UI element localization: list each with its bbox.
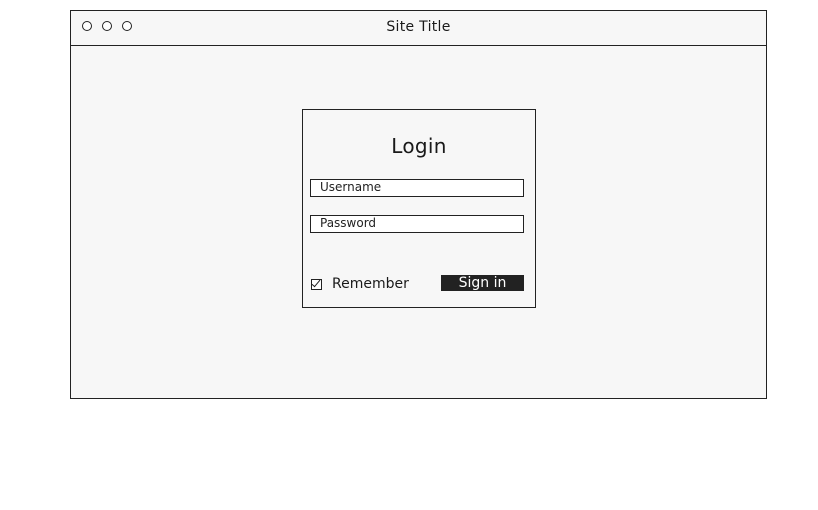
login-heading: Login <box>391 134 447 158</box>
sign-in-button[interactable]: Sign in <box>441 275 524 291</box>
password-input[interactable]: Password <box>310 215 524 233</box>
site-title: Site Title <box>386 19 451 35</box>
checkbox-checked-icon[interactable] <box>311 278 322 290</box>
remember-option[interactable]: Remember <box>311 276 409 292</box>
username-input[interactable]: Username <box>310 179 524 197</box>
login-card: Login Username Password Remember Sign in <box>302 109 536 308</box>
browser-window: Site Title Login Username Password Remem… <box>70 10 767 399</box>
window-titlebar: Site Title <box>71 11 766 46</box>
remember-label: Remember <box>332 276 409 292</box>
